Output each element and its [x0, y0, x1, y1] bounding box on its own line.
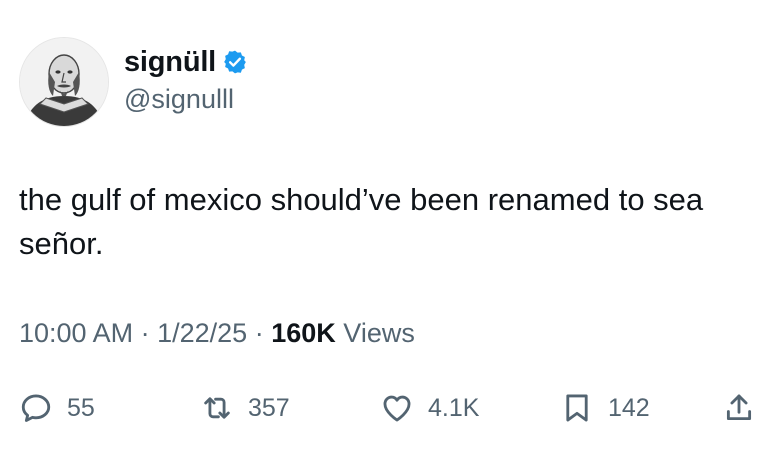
action-bar: 55 357 4.1K 142 [0, 388, 760, 428]
meta-separator: · [254, 318, 264, 348]
handle[interactable]: @signulll [124, 84, 248, 115]
tweet-meta: 10:00 AM · 1/22/25 · 160K Views [19, 318, 415, 349]
repost-count: 357 [248, 393, 290, 422]
reply-button[interactable]: 55 [19, 388, 95, 428]
author-info: signüll @signulll [124, 44, 248, 115]
display-name[interactable]: signüll [124, 46, 216, 79]
tweet-text: the gulf of mexico should’ve been rename… [19, 182, 704, 261]
views-label: Views [343, 318, 415, 348]
portrait-image [20, 38, 108, 126]
like-button[interactable]: 4.1K [380, 388, 479, 428]
share-icon [726, 394, 752, 421]
reply-icon [21, 394, 51, 422]
avatar[interactable] [19, 37, 109, 127]
views-count: 160K [271, 318, 336, 348]
bookmark-count: 142 [608, 393, 650, 422]
bookmark-icon [566, 394, 588, 422]
display-name-row: signüll [124, 44, 248, 80]
like-count: 4.1K [428, 393, 480, 422]
tweet-date[interactable]: 1/22/25 [157, 318, 247, 348]
reply-count: 55 [67, 393, 95, 422]
heart-icon [383, 395, 411, 422]
repost-button[interactable]: 357 [200, 388, 290, 428]
tweet-time[interactable]: 10:00 AM [19, 318, 133, 348]
repost-icon [204, 397, 230, 419]
verified-badge-icon[interactable] [222, 49, 248, 75]
bookmark-button[interactable]: 142 [560, 388, 650, 428]
share-button[interactable] [722, 388, 756, 428]
meta-separator: · [140, 318, 150, 348]
